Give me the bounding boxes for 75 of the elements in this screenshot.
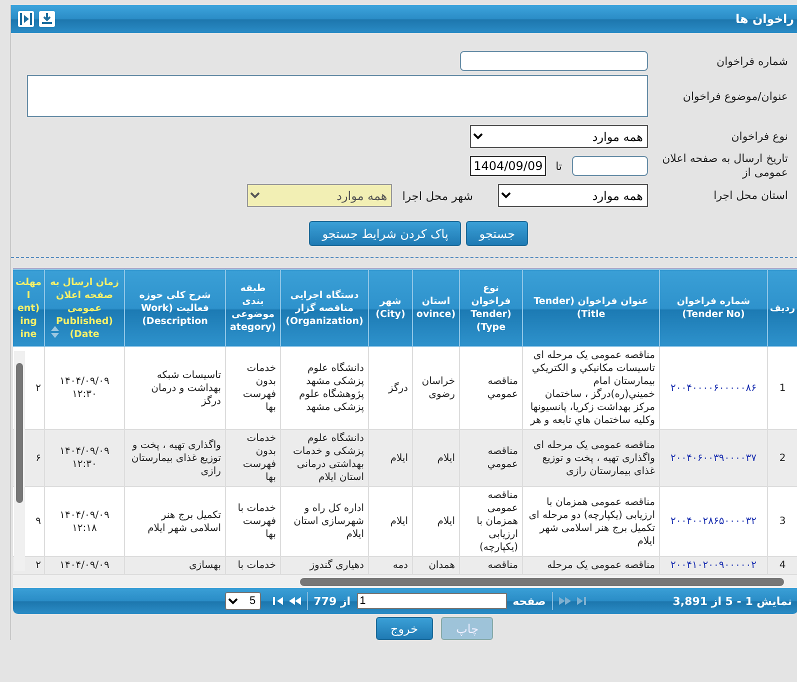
download-icon[interactable] — [38, 10, 56, 28]
table-cell: 2 — [779, 452, 786, 464]
table-cell: دانشگاه علوم پزشکی و خدمات بهداشتی درمانی استان ایلام — [293, 433, 364, 483]
page-label: صفحه — [512, 594, 546, 608]
province-select[interactable]: همه موارد — [498, 184, 648, 207]
first-page-icon[interactable] — [576, 597, 587, 605]
field-label: عنوان/موضوع فراخوان — [682, 90, 789, 102]
field-label: تا — [556, 160, 562, 172]
tender-number-link[interactable]: ۲۰۰۴۰۰۰۰۶۰۰۰۰۰۸۶ — [670, 382, 756, 394]
table-cell: ایلام — [437, 452, 455, 464]
table-cell: درگز — [388, 382, 408, 394]
table-cell: ۱۴۰۴/۰۹/۰۹ ۱۲:۳۰ — [60, 446, 110, 470]
table-cell: مناقصه عمومی یک مرحله ای تاسیسات مکانیکي و الکتریکي بیمارستان امام خمیني(ره)درگز ، ساختمان مرکز بهداشت زکریا، پانسیونها وکلیه ساختمان هاي تابعه و هر — [530, 350, 655, 426]
table-cell: ۹ — [36, 516, 41, 527]
footer-button[interactable]: خروج — [376, 617, 434, 640]
table-cell: دانشگاه علوم پزشکی مشهد پژوهشگاه علوم پزشکی مشهد — [299, 363, 364, 413]
table-cell: خدمات بدون فهرست بها — [242, 363, 276, 413]
table-cell: 3 — [779, 516, 786, 527]
field-label: شهر محل اجرا — [402, 188, 473, 202]
table-cell: ۱۴۰۴/۰۹/۰۹ — [60, 560, 110, 571]
record-count: نمایش 1 - 5 از 3,891 — [672, 594, 792, 608]
table-cell: 1 — [779, 382, 786, 394]
table-cell: اداره کل راه و شهرسازی استان ایلام — [294, 503, 364, 540]
table-cell: ۱۴۰۴/۰۹/۰۹ ۱۲:۳۰ — [60, 376, 110, 400]
table-cell: مناقصه عمومي — [487, 446, 518, 470]
table-cell: تاسیسات شبکه بهداشت و درمان درگز — [151, 370, 221, 406]
table-cell: خدمات بدون فهرست بها — [242, 433, 276, 483]
play-icon[interactable] — [17, 10, 35, 28]
table-cell: همدان — [428, 560, 455, 571]
table-cell: دمه — [392, 560, 408, 571]
table-cell: مناقصه عمومی همزمان با ارزیابی (یکپارچه) — [476, 490, 518, 553]
page-number-field[interactable]: 1 — [356, 593, 507, 609]
search-button[interactable]: پاک کردن شرایط جستجو — [309, 221, 462, 246]
vertical-scrollbar[interactable] — [14, 351, 25, 571]
field-label: تاریخ ارسال به صفحه اعلان عمومی از — [661, 152, 789, 180]
field-label: شماره فراخوان — [716, 54, 789, 68]
table-cell: مناقصه عمومی همزمان با ارزیابی (یکپارچه) دو مرحله ای تکمیل برج هنر اسلامی شهر ایلام — [528, 496, 655, 546]
column-header[interactable]: ردیف — [768, 270, 797, 346]
page-size-select[interactable]: 5 — [224, 592, 261, 610]
table-cell: ایلام — [390, 516, 408, 527]
table-cell: ۶ — [36, 452, 41, 464]
table-cell: مناقصه عمومی یک مرحله ای واگذاری تهیه ، پخت و توزیع غذای بیمارستان رازی — [533, 440, 655, 476]
window-title: راخوان ها — [735, 12, 794, 26]
table-cell: ایلام — [390, 452, 408, 464]
next-page-icon[interactable] — [288, 597, 301, 605]
table-cell: ۱۴۰۴/۰۹/۰۹ ۱۲:۱۸ — [60, 510, 110, 534]
table-cell: ۲ — [36, 382, 41, 394]
table-cell: تکمیل برج هنر اسلامی شهر ایلام — [148, 510, 221, 534]
horizontal-scrollbar[interactable] — [13, 575, 797, 588]
last-page-icon[interactable] — [272, 597, 283, 605]
table-cell: مناقصه عمومی یک مرحله — [547, 560, 655, 571]
subject-field[interactable] — [27, 75, 648, 117]
page-count: از 779 — [314, 594, 351, 608]
tender-number-link[interactable]: ۲۰۰۴۰۰۲۸۶۵۰۰۰۰۳۲ — [670, 516, 756, 527]
table-cell: واگذاری تهیه ، پخت و توزیع غذای بیمارستان رازی — [131, 440, 221, 476]
search-button[interactable]: جستجو — [466, 221, 528, 246]
tender-number-field[interactable] — [460, 51, 648, 71]
table-cell: خراسان رضوی — [422, 376, 455, 400]
table-cell: 4 — [779, 560, 786, 571]
table-cell: ایلام — [437, 516, 455, 527]
sort-icon[interactable] — [51, 326, 59, 338]
table-cell: خدمات با — [238, 560, 276, 571]
table-cell: مناقصه عمومي — [487, 376, 518, 400]
table-cell: ۲ — [36, 560, 41, 571]
field-label: استان محل اجرا — [712, 189, 789, 202]
table-cell: خدمات با فهرست بها — [238, 503, 276, 540]
table-cell: بهسازی — [188, 560, 221, 571]
date-from-field[interactable] — [572, 156, 648, 176]
date-to-field[interactable]: 1404/09/09 — [470, 156, 546, 176]
tender-number-link[interactable]: ۲۰۰۴۰۶۰۰۳۹۰۰۰۰۳۷ — [670, 452, 756, 464]
table-cell: مناقصه — [488, 560, 518, 571]
table-cell: دهیاری گندوز — [310, 560, 364, 571]
previous-page-icon[interactable] — [558, 597, 571, 605]
type-select[interactable]: همه موارد — [470, 125, 648, 148]
field-label: نوع فراخوان — [730, 130, 789, 143]
